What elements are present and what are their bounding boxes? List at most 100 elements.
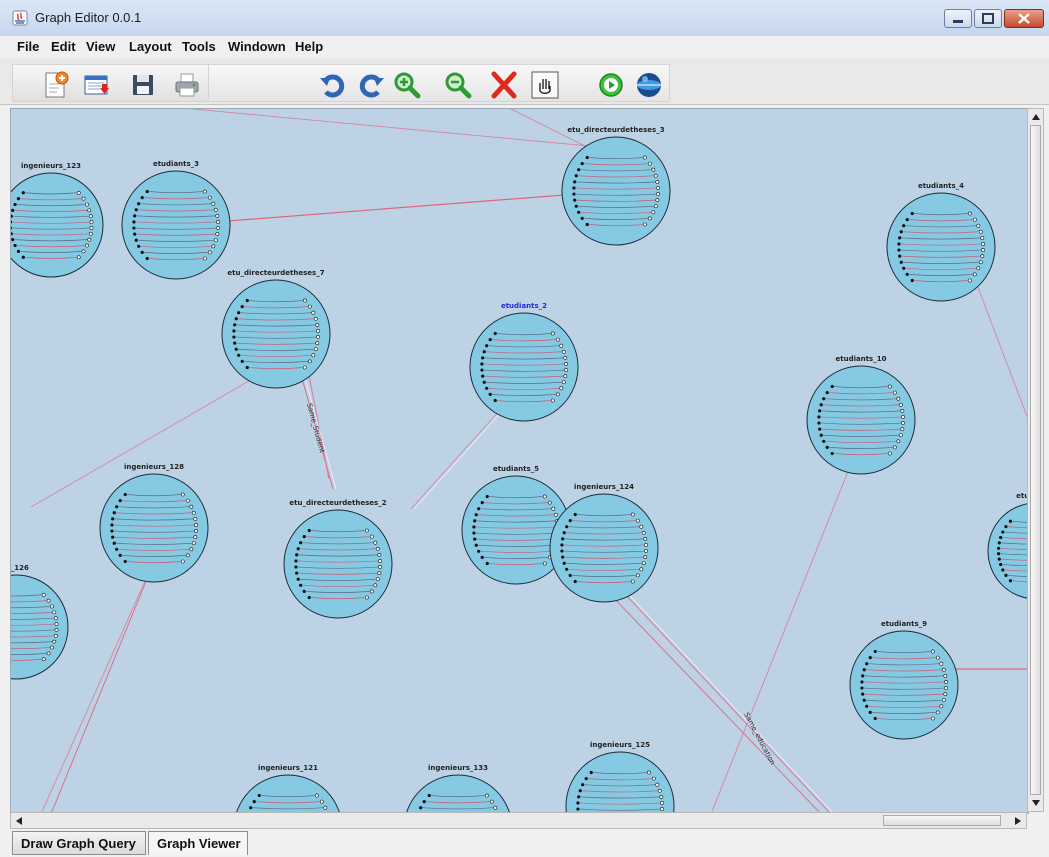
scroll-down-icon[interactable] <box>1031 799 1041 807</box>
attribute-port <box>892 445 897 450</box>
attribute-port <box>902 224 906 228</box>
export-icon[interactable] <box>82 70 112 100</box>
run-icon[interactable] <box>596 70 626 100</box>
node-circle[interactable] <box>806 365 916 475</box>
graph-node-ingenieurs-133[interactable]: ingenieurs_133 <box>404 764 512 813</box>
attribute-port <box>211 201 216 206</box>
attribute-port <box>488 338 492 342</box>
horizontal-scrollbar[interactable] <box>10 812 1027 829</box>
graph-edge[interactable] <box>175 190 617 226</box>
graph-node-ingenieurs-124[interactable]: ingenieurs_124 <box>549 483 659 603</box>
graph-node-ingenieurs-125[interactable]: ingenieurs_125 <box>565 741 675 813</box>
attribute-port <box>111 517 115 521</box>
graph-view[interactable]: etu_directeurdetheses_3ingenieurs_123 etu… <box>11 109 1028 813</box>
attribute-port <box>76 190 81 195</box>
attribute-port <box>573 512 577 517</box>
graph-edge[interactable] <box>710 438 862 813</box>
graph-node-etudiants-4[interactable]: etudiants_4 <box>886 182 996 302</box>
node-circle[interactable] <box>11 172 104 278</box>
globe-icon[interactable] <box>634 70 664 100</box>
attribute-port <box>252 800 256 804</box>
vertical-scroll-thumb[interactable] <box>1030 125 1041 795</box>
node-circle[interactable] <box>565 751 675 813</box>
minimize-button[interactable] <box>944 9 972 28</box>
tab-draw-graph-query[interactable]: Draw Graph Query <box>12 831 146 855</box>
menu-edit[interactable]: Edit <box>51 39 76 54</box>
node-circle[interactable] <box>469 312 579 422</box>
menu-file[interactable]: File <box>17 39 39 54</box>
delete-icon[interactable] <box>489 70 519 100</box>
graph-node-etu-directeurdetheses-2[interactable]: etu_directeurdetheses_2 <box>283 499 393 619</box>
attribute-port <box>559 343 564 348</box>
node-circle[interactable] <box>121 170 231 280</box>
close-button[interactable] <box>1004 9 1044 28</box>
node-circle[interactable] <box>987 503 1028 599</box>
attribute-port <box>981 242 985 246</box>
graph-node-etudiants-2[interactable]: etudiants_2 <box>469 302 579 422</box>
graph-node-etudiants-3[interactable]: etudiants_3 <box>121 160 231 280</box>
attribute-port <box>473 537 477 541</box>
save-icon[interactable] <box>128 70 158 100</box>
tab-graph-viewer[interactable]: Graph Viewer <box>148 831 248 855</box>
menu-layout[interactable]: Layout <box>129 39 172 54</box>
graph-node-etu-directeurdetheses-3[interactable]: etu_directeurdetheses_3 <box>561 126 671 246</box>
redo-icon[interactable] <box>356 70 386 100</box>
attribute-port <box>307 304 312 309</box>
menu-tools[interactable]: Tools <box>182 39 216 54</box>
pan-hand-icon[interactable] <box>530 70 560 100</box>
attribute-port <box>81 196 86 201</box>
horizontal-scroll-thumb[interactable] <box>883 815 1001 826</box>
graph-edge[interactable] <box>86 109 622 150</box>
graph-node-etudiants-10[interactable]: etudiants_10 <box>806 355 916 475</box>
attribute-port <box>657 788 662 793</box>
node-circle[interactable] <box>561 136 671 246</box>
attribute-port <box>577 210 581 214</box>
node-circle[interactable] <box>11 574 69 680</box>
node-circle[interactable] <box>99 473 209 583</box>
scroll-up-icon[interactable] <box>1031 113 1041 121</box>
attribute-port <box>580 162 584 166</box>
node-circle[interactable] <box>886 192 996 302</box>
attribute-port <box>646 770 651 775</box>
graph-node-etu-direct[interactable]: etu_direct <box>987 492 1028 599</box>
maximize-button[interactable] <box>974 9 1002 28</box>
graph-node-ingenieurs-128[interactable]: ingenieurs_128 <box>99 463 209 583</box>
zoom-out-icon[interactable] <box>443 70 473 100</box>
vertical-scrollbar[interactable] <box>1027 108 1044 812</box>
attribute-port <box>568 573 572 577</box>
graph-edge[interactable] <box>50 568 152 813</box>
node-circle[interactable] <box>283 509 393 619</box>
attribute-port <box>245 298 249 303</box>
menu-view[interactable]: View <box>86 39 115 54</box>
attribute-port <box>482 350 486 354</box>
attribute-port <box>1001 530 1005 534</box>
new-file-icon[interactable] <box>40 70 70 100</box>
zoom-in-icon[interactable] <box>392 70 422 100</box>
attribute-port <box>572 186 576 190</box>
graph-node-etu-directeurdetheses-7[interactable]: etu_directeurdetheses_7 <box>221 269 331 389</box>
node-label: ingenieurs_125 <box>590 741 650 749</box>
attribute-port <box>639 567 644 572</box>
attribute-port <box>819 433 823 437</box>
undo-icon[interactable] <box>318 70 348 100</box>
attribute-port <box>981 248 985 252</box>
attribute-port <box>216 226 220 230</box>
attribute-port <box>296 547 300 551</box>
graph-node-ingenieurs-121[interactable]: ingenieurs_121 <box>234 764 342 813</box>
print-icon[interactable] <box>172 70 202 100</box>
menu-help[interactable]: Help <box>295 39 323 54</box>
graph-canvas[interactable]: etu_directeurdetheses_3 ingenieurs_123 etu… <box>10 108 1029 814</box>
graph-node-ingenieurs-126[interactable]: rs_126 <box>11 564 69 680</box>
scroll-right-icon[interactable] <box>1014 816 1022 826</box>
attribute-port <box>13 202 17 207</box>
graph-edge[interactable] <box>970 268 1028 420</box>
node-circle[interactable] <box>549 493 659 603</box>
graph-node-ingenieurs-123[interactable]: ingenieurs_123 <box>11 162 104 278</box>
scroll-left-icon[interactable] <box>15 816 23 826</box>
attribute-port <box>41 657 46 662</box>
node-circle[interactable] <box>221 279 331 389</box>
node-circle[interactable] <box>849 630 959 740</box>
menu-windown[interactable]: Windown <box>228 39 286 54</box>
attribute-port <box>249 806 253 810</box>
graph-node-etudiants-9[interactable]: etudiants_9 <box>849 620 959 740</box>
